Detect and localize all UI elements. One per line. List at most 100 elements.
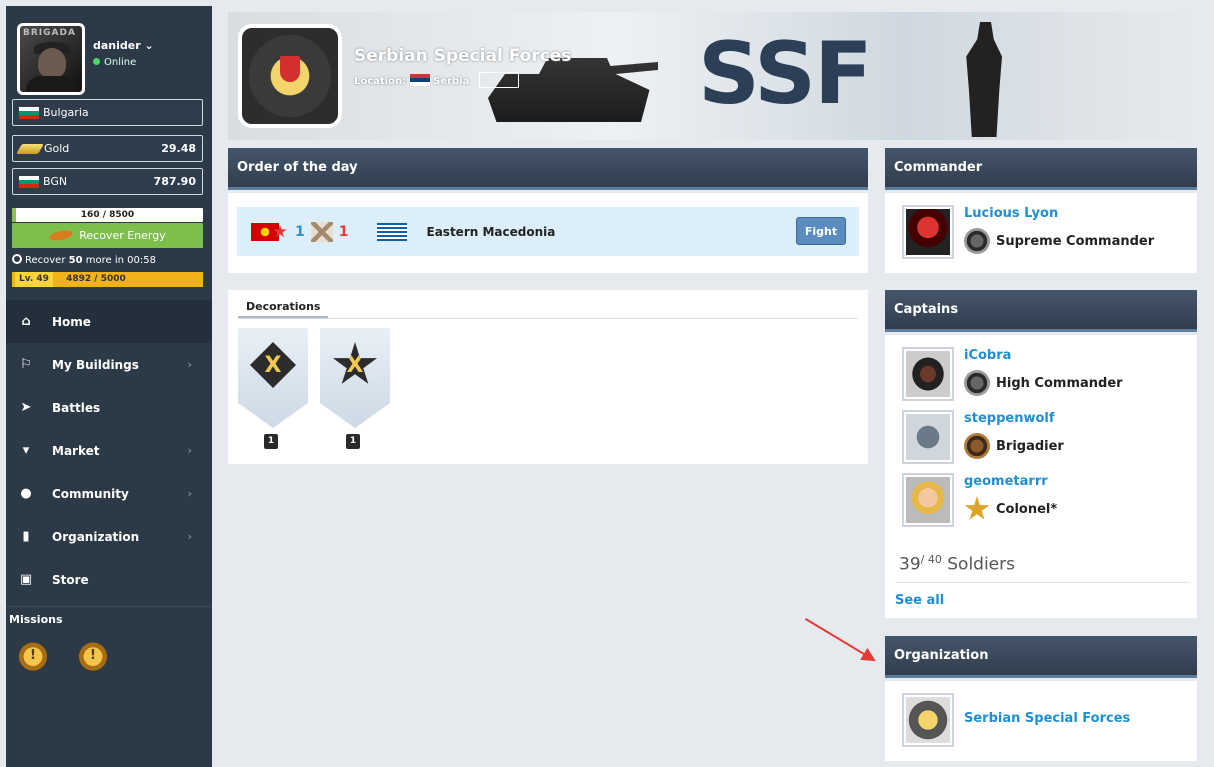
organization-banner: SSF Serbian Special Forces Location: Ser… [228, 12, 1197, 140]
profile-block: BRIGADA danider ⌄ Online [11, 11, 206, 96]
online-dot-icon [93, 58, 100, 65]
username-dropdown[interactable]: danider ⌄ [93, 39, 154, 52]
attacker-count: 1 [295, 223, 305, 240]
location-dropdown-button[interactable] [478, 72, 519, 88]
decorations-panel: Decorations X 1 X 1 [228, 290, 868, 464]
paper-plane-icon: ➤ [20, 399, 32, 415]
captain-name-link[interactable]: steppenwolf [964, 411, 1055, 426]
organization-header: Organization [885, 636, 1197, 678]
energy-text: 160 / 8500 [80, 210, 135, 220]
commander-name-link[interactable]: Lucious Lyon [964, 206, 1058, 221]
macedonia-flag-icon [251, 222, 279, 241]
chevron-right-icon: › [187, 444, 192, 457]
decoration-count: 1 [264, 434, 278, 449]
building-icon: ▮ [22, 528, 30, 544]
xp-text: 4892 / 5000 [66, 274, 126, 284]
captains-panel: iCobra High Commander steppenwolf Brigad… [885, 335, 1197, 618]
nav-home[interactable]: ⌂ Home [6, 300, 212, 343]
tab-decorations[interactable]: Decorations [238, 296, 329, 318]
recover-amount: 50 [68, 255, 83, 266]
commander-panel: Lucious Lyon Supreme Commander [885, 193, 1197, 273]
organization-name-link[interactable]: Serbian Special Forces [964, 711, 1130, 726]
decoration-count: 1 [346, 434, 360, 449]
organization-emblem [238, 24, 342, 128]
cart-icon: ▾ [22, 442, 30, 458]
users-icon: ● [20, 485, 32, 501]
currency-box: BGN 787.90 [12, 168, 203, 195]
missions-title: Missions [9, 613, 63, 626]
currency-label: BGN [43, 175, 68, 188]
currency-value: 787.90 [153, 175, 196, 188]
captain-name-link[interactable]: iCobra [964, 348, 1011, 363]
avatar-tag: BRIGADA [23, 28, 76, 38]
nav-organization[interactable]: ▮ Organization › [6, 515, 212, 558]
gift-icon: ▣ [19, 571, 33, 587]
bread-icon [48, 228, 74, 243]
chevron-right-icon: › [187, 487, 192, 500]
crossed-swords-icon [310, 221, 333, 242]
country-label: Bulgaria [43, 106, 89, 119]
recover-energy-button[interactable]: Recover Energy [12, 223, 203, 248]
defender-count: 1 [338, 223, 349, 240]
divider [6, 606, 212, 607]
sidebar: BRIGADA danider ⌄ Online Bulgaria Gold 2… [6, 6, 212, 767]
avatar[interactable] [902, 410, 954, 464]
org-name-title: Serbian Special Forces [354, 46, 572, 66]
gold-icon [16, 143, 44, 154]
mission-badge-icon[interactable]: ! [78, 639, 108, 671]
mission-badge-icon[interactable]: ! [18, 639, 48, 671]
divider [895, 582, 1189, 583]
rank-insignia-icon [964, 228, 990, 254]
avatar[interactable] [902, 347, 954, 401]
rank-insignia-icon [964, 496, 990, 520]
chevron-right-icon: › [187, 358, 192, 371]
gold-label: Gold [44, 142, 70, 155]
order-of-the-day-panel: 1 1 Eastern Macedonia Fight [228, 193, 868, 273]
organization-entry: Serbian Special Forces [902, 693, 1192, 749]
level-bar: Lv. 49 4892 / 5000 [12, 272, 203, 287]
nav-my-buildings[interactable]: ⚐ My Buildings › [6, 343, 212, 386]
home-icon: ⌂ [21, 313, 31, 329]
gold-value: 29.48 [161, 142, 196, 155]
captain-rank: Brigadier [964, 433, 1064, 459]
nav-market[interactable]: ▾ Market › [6, 429, 212, 472]
decoration-medal[interactable]: X [238, 328, 308, 428]
bulgaria-flag-icon [19, 175, 39, 188]
nav-battles[interactable]: ➤ Battles [6, 386, 212, 429]
commander-rank: Supreme Commander [964, 228, 1154, 254]
nav-store[interactable]: ▣ Store [6, 558, 212, 601]
avatar[interactable] [902, 205, 954, 259]
energy-fill [12, 208, 16, 222]
captains-header: Captains [885, 290, 1197, 332]
status-label: Online [104, 57, 137, 68]
captain-entry: iCobra High Commander [902, 347, 1192, 403]
battle-row: 1 1 Eastern Macedonia Fight [237, 207, 859, 256]
energy-bar: 160 / 8500 [12, 208, 203, 222]
commander-entry: Lucious Lyon Supreme Commander [902, 205, 1192, 261]
organization-emblem[interactable] [902, 693, 954, 747]
avatar[interactable]: BRIGADA [17, 23, 85, 95]
captain-entry: steppenwolf Brigadier [902, 410, 1192, 466]
recover-energy-label: Recover Energy [79, 229, 166, 242]
organization-panel: Serbian Special Forces [885, 681, 1197, 761]
captain-rank: High Commander [964, 370, 1123, 396]
fight-button[interactable]: Fight [796, 217, 846, 245]
see-all-link[interactable]: See all [895, 593, 944, 608]
battle-region: Eastern Macedonia [426, 224, 556, 239]
decoration-medal[interactable]: X [320, 328, 390, 428]
bulgaria-flag-icon [19, 106, 39, 119]
org-location: Location: Serbia [354, 72, 519, 88]
captain-name-link[interactable]: geometarrr [964, 474, 1048, 489]
divider [238, 318, 858, 319]
annotation-arrow [804, 618, 875, 661]
country-box[interactable]: Bulgaria [12, 99, 203, 126]
serbia-flag-icon [409, 74, 430, 86]
clock-icon [12, 254, 22, 264]
nav-community[interactable]: ● Community › [6, 472, 212, 515]
commander-header: Commander [885, 148, 1197, 190]
avatar[interactable] [902, 473, 954, 527]
level-label: Lv. 49 [15, 272, 53, 287]
order-of-the-day-header: Order of the day [228, 148, 868, 190]
online-status: Online [93, 57, 136, 68]
chevron-right-icon: › [187, 530, 192, 543]
